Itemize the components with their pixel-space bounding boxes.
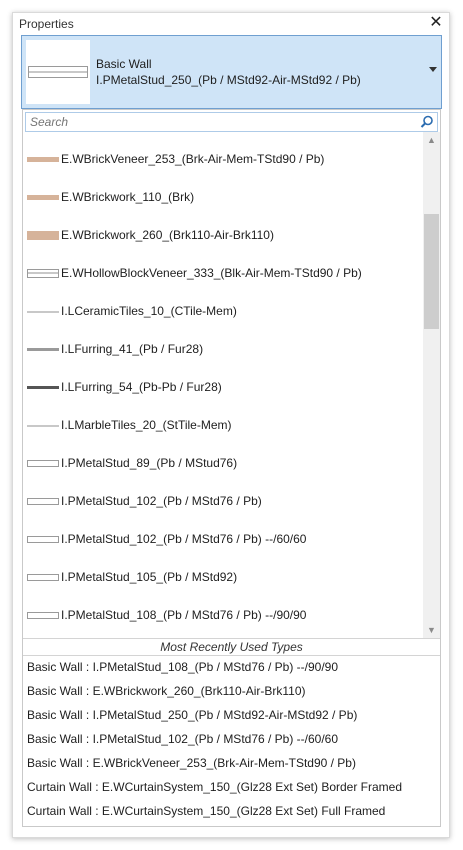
- wall-swatch-icon: [27, 498, 59, 505]
- mru-item[interactable]: Curtain Wall : E.WCurtainSystem_150_(Glz…: [27, 776, 402, 798]
- mru-item[interactable]: Basic Wall : I.PMetalStud_102_(Pb / MStd…: [27, 728, 338, 750]
- type-list-item[interactable]: E.WBrickwork_260_(Brk110-Air-Brk110): [23, 226, 423, 246]
- mru-header: Most Recently Used Types: [23, 638, 440, 656]
- properties-panel: Properties ✕ Basic Wall I.PMetalStud_250…: [12, 12, 450, 838]
- wall-swatch-icon: [27, 348, 59, 351]
- mru-item[interactable]: Basic Wall : I.PMetalStud_108_(Pb / MStd…: [27, 656, 338, 678]
- wall-swatch-icon: [27, 612, 59, 619]
- type-list-item[interactable]: I.LFurring_41_(Pb / Fur28): [23, 340, 423, 360]
- type-list-item-label: I.PMetalStud_108_(Pb / MStd76 / Pb) --/9…: [61, 608, 307, 622]
- scrollbar[interactable]: ▲ ▼: [423, 132, 440, 638]
- type-list-item[interactable]: I.LFurring_54_(Pb-Pb / Fur28): [23, 378, 423, 398]
- type-selector[interactable]: Basic Wall I.PMetalStud_250_(Pb / MStd92…: [21, 35, 442, 109]
- close-icon[interactable]: ✕: [428, 14, 444, 32]
- type-family-label: Basic Wall: [96, 57, 152, 71]
- type-list: E.WBrickVeneer_253_(Brk-Air-Mem-TStd90 /…: [23, 136, 423, 636]
- type-list-item-label: I.PMetalStud_89_(Pb / MStud76): [61, 456, 238, 470]
- type-list-item-label: E.WBrickVeneer_253_(Brk-Air-Mem-TStd90 /…: [61, 152, 325, 166]
- type-list-item[interactable]: E.WBrickVeneer_253_(Brk-Air-Mem-TStd90 /…: [23, 150, 423, 170]
- type-list-item[interactable]: I.PMetalStud_102_(Pb / MStd76 / Pb): [23, 492, 423, 512]
- mru-item[interactable]: Basic Wall : I.PMetalStud_250_(Pb / MStd…: [27, 704, 357, 726]
- scroll-down-icon[interactable]: ▼: [423, 622, 440, 638]
- type-list-item-label: I.PMetalStud_102_(Pb / MStd76 / Pb) --/6…: [61, 532, 307, 546]
- type-list-item-label: E.WHollowBlockVeneer_333_(Blk-Air-Mem-TS…: [61, 266, 362, 280]
- mru-item[interactable]: Basic Wall : E.WBrickwork_260_(Brk110-Ai…: [27, 680, 306, 702]
- type-list-item-label: I.LFurring_54_(Pb-Pb / Fur28): [61, 380, 222, 394]
- type-list-item-label: E.WBrickwork_260_(Brk110-Air-Brk110): [61, 228, 274, 242]
- type-list-item-label: I.LCeramicTiles_10_(CTile-Mem): [61, 304, 237, 318]
- wall-swatch-icon: [27, 460, 59, 467]
- type-list-item[interactable]: I.PMetalStud_108_(Pb / MStd76 / Pb) --/9…: [23, 606, 423, 626]
- type-name-label: I.PMetalStud_250_(Pb / MStd92-Air-MStd92…: [96, 73, 361, 87]
- search-box[interactable]: [25, 112, 438, 132]
- type-preview-thumbnail: [26, 40, 90, 104]
- panel-title: Properties: [19, 17, 74, 31]
- mru-item[interactable]: Curtain Wall : E.WCurtainSystem_150_(Glz…: [27, 800, 385, 822]
- scroll-up-icon[interactable]: ▲: [423, 132, 440, 148]
- wall-swatch-icon: [27, 231, 59, 240]
- wall-swatch-icon: [27, 195, 59, 200]
- wall-swatch-icon: [27, 536, 59, 543]
- type-list-item-label: I.LMarbleTiles_20_(StTile-Mem): [61, 418, 232, 432]
- type-list-item-label: E.WBrickwork_110_(Brk): [61, 190, 195, 204]
- wall-swatch-icon: [27, 386, 59, 389]
- type-list-item[interactable]: E.WBrickwork_110_(Brk): [23, 188, 423, 208]
- mru-item[interactable]: Basic Wall : E.WBrickVeneer_253_(Brk-Air…: [27, 752, 356, 774]
- type-list-item[interactable]: I.LCeramicTiles_10_(CTile-Mem): [23, 302, 423, 322]
- type-list-item[interactable]: I.PMetalStud_105_(Pb / MStd92): [23, 568, 423, 588]
- type-list-item-label: I.LFurring_41_(Pb / Fur28): [61, 342, 204, 356]
- type-list-item[interactable]: I.PMetalStud_102_(Pb / MStd76 / Pb) --/6…: [23, 530, 423, 550]
- wall-swatch-icon: [27, 311, 59, 313]
- type-list-item-label: I.PMetalStud_102_(Pb / MStd76 / Pb): [61, 494, 262, 508]
- wall-swatch-icon: [27, 157, 59, 162]
- type-list-item[interactable]: I.PMetalStud_89_(Pb / MStud76): [23, 454, 423, 474]
- search-icon[interactable]: [420, 115, 434, 129]
- panel-titlebar: Properties ✕: [13, 13, 449, 35]
- type-dropdown: E.WBrickVeneer_253_(Brk-Air-Mem-TStd90 /…: [22, 109, 441, 827]
- chevron-down-icon[interactable]: [429, 67, 437, 72]
- type-list-item-label: I.PMetalStud_105_(Pb / MStd92): [61, 570, 238, 584]
- wall-preview-icon: [28, 66, 88, 78]
- wall-swatch-icon: [27, 269, 59, 278]
- wall-swatch-icon: [27, 425, 59, 427]
- type-list-item[interactable]: E.WHollowBlockVeneer_333_(Blk-Air-Mem-TS…: [23, 264, 423, 284]
- scroll-thumb[interactable]: [424, 214, 439, 329]
- type-list-item[interactable]: I.LMarbleTiles_20_(StTile-Mem): [23, 416, 423, 436]
- wall-swatch-icon: [27, 574, 59, 581]
- search-input[interactable]: [28, 114, 410, 130]
